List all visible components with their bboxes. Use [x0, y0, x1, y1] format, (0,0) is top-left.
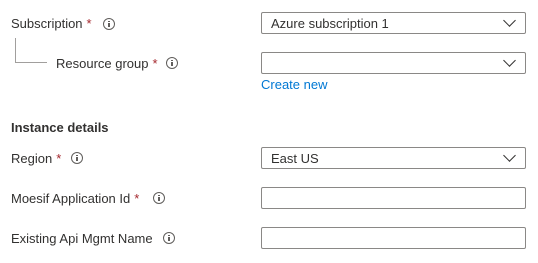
moesif-app-id-label: Moesif Application Id *: [11, 191, 139, 207]
chevron-down-icon: [503, 54, 516, 67]
chevron-down-icon: [503, 149, 516, 162]
subscription-dropdown[interactable]: Azure subscription 1: [261, 12, 526, 34]
required-asterisk: *: [134, 191, 140, 206]
info-icon[interactable]: [71, 152, 83, 164]
subscription-label: Subscription *: [11, 16, 92, 32]
region-dropdown[interactable]: East US: [261, 147, 526, 169]
chevron-down-icon: [503, 14, 516, 27]
info-icon[interactable]: [163, 232, 175, 244]
region-dropdown-value: East US: [271, 151, 319, 166]
tree-connector: [15, 38, 47, 63]
moesif-app-id-label-text: Moesif Application Id: [11, 191, 131, 206]
required-asterisk: *: [152, 56, 158, 71]
resource-group-dropdown[interactable]: [261, 52, 526, 74]
moesif-app-id-input[interactable]: [261, 187, 526, 209]
api-mgmt-name-label-text: Existing Api Mgmt Name: [11, 231, 153, 246]
info-icon[interactable]: [153, 192, 165, 204]
required-asterisk: *: [86, 16, 92, 31]
region-label: Region *: [11, 151, 61, 167]
resource-group-label-text: Resource group: [56, 56, 149, 71]
resource-group-label: Resource group *: [56, 56, 158, 72]
api-mgmt-name-label: Existing Api Mgmt Name: [11, 231, 153, 247]
create-new-link[interactable]: Create new: [261, 77, 327, 93]
region-label-text: Region: [11, 151, 53, 166]
instance-details-heading: Instance details: [11, 120, 109, 135]
subscription-label-text: Subscription: [11, 16, 83, 31]
required-asterisk: *: [56, 151, 62, 166]
subscription-dropdown-value: Azure subscription 1: [271, 16, 389, 31]
info-icon[interactable]: [166, 57, 178, 69]
info-icon[interactable]: [103, 18, 115, 30]
api-mgmt-name-input[interactable]: [261, 227, 526, 249]
